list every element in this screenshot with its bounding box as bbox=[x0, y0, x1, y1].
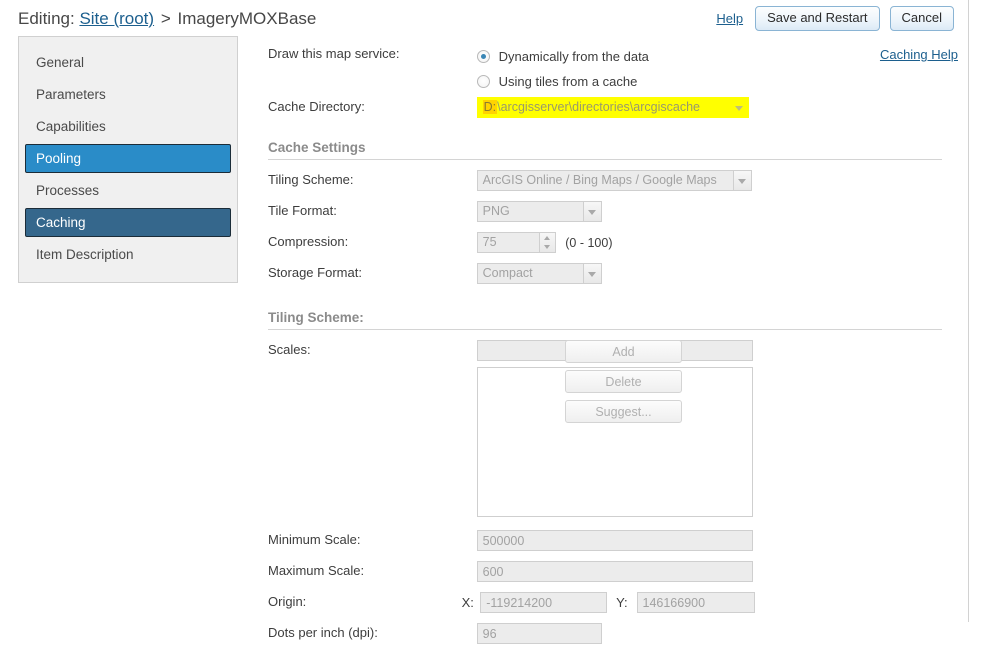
tiling-scheme-divider bbox=[268, 329, 942, 330]
dpi-row: Dots per inch (dpi): bbox=[268, 623, 958, 648]
tiling-scheme-row: Tiling Scheme: ArcGIS Online / Bing Maps… bbox=[268, 170, 958, 195]
minimum-scale-row: Minimum Scale: bbox=[268, 530, 958, 555]
radio-cache-label: Using tiles from a cache bbox=[499, 74, 638, 89]
origin-y-label: Y: bbox=[611, 595, 633, 610]
cache-directory-label: Cache Directory: bbox=[268, 97, 473, 116]
origin-x-input[interactable] bbox=[480, 592, 607, 613]
tile-format-value: PNG bbox=[477, 201, 583, 222]
scales-row: Scales: Add Delete Suggest... bbox=[268, 340, 958, 517]
cache-settings-title: Cache Settings bbox=[268, 140, 958, 159]
storage-format-chevron-down-icon[interactable] bbox=[583, 263, 602, 284]
cache-directory-value: D:\arcgisserver\directories\arcgiscache bbox=[477, 97, 730, 118]
tiling-scheme-label: Tiling Scheme: bbox=[268, 170, 473, 189]
draw-map-service-radio-group: Dynamically from the data Using tiles fr… bbox=[477, 44, 649, 94]
dpi-input[interactable] bbox=[477, 623, 602, 644]
tile-format-combo[interactable]: PNG bbox=[477, 201, 602, 222]
radio-cache-icon[interactable] bbox=[477, 75, 490, 88]
caching-settings-panel: Draw this map service: Dynamically from … bbox=[268, 44, 958, 651]
origin-y-input[interactable] bbox=[637, 592, 755, 613]
sidebar-item-capabilities[interactable]: Capabilities bbox=[25, 112, 231, 141]
sidebar-item-pooling[interactable]: Pooling bbox=[25, 144, 231, 173]
tiling-scheme-chevron-down-icon[interactable] bbox=[733, 170, 752, 191]
storage-format-combo[interactable]: Compact bbox=[477, 263, 602, 284]
maximum-scale-input[interactable] bbox=[477, 561, 753, 582]
breadcrumb-separator: > bbox=[159, 9, 173, 28]
cache-directory-combo[interactable]: D:\arcgisserver\directories\arcgiscache bbox=[477, 97, 749, 118]
compression-value[interactable]: 75 bbox=[477, 232, 539, 253]
tile-format-chevron-down-icon[interactable] bbox=[583, 201, 602, 222]
cache-settings-section-header: Cache Settings bbox=[268, 140, 958, 160]
tile-format-label: Tile Format: bbox=[268, 201, 473, 220]
suggest-scales-button[interactable]: Suggest... bbox=[565, 400, 682, 423]
caching-help-link[interactable]: Caching Help bbox=[880, 47, 958, 62]
settings-sidebar: General Parameters Capabilities Pooling … bbox=[18, 36, 238, 283]
cache-directory-chevron-down-icon[interactable] bbox=[730, 97, 749, 118]
sidebar-item-general[interactable]: General bbox=[25, 48, 231, 77]
sidebar-item-item-description[interactable]: Item Description bbox=[25, 240, 231, 269]
maximum-scale-row: Maximum Scale: bbox=[268, 561, 958, 586]
add-scale-button[interactable]: Add bbox=[565, 340, 682, 363]
breadcrumb-editing-prefix: Editing: bbox=[18, 9, 75, 28]
page-right-rule bbox=[968, 0, 969, 622]
compression-range-hint: (0 - 100) bbox=[565, 236, 612, 250]
cache-directory-row: Cache Directory: D:\arcgisserver\directo… bbox=[268, 97, 958, 122]
cache-settings-divider bbox=[268, 159, 942, 160]
tiling-scheme-section-title: Tiling Scheme: bbox=[268, 310, 958, 329]
header-actions: Help Save and Restart Cancel bbox=[716, 6, 954, 31]
minimum-scale-label: Minimum Scale: bbox=[268, 530, 473, 549]
scales-label: Scales: bbox=[268, 340, 473, 359]
minimum-scale-input[interactable] bbox=[477, 530, 753, 551]
compression-decrement-icon[interactable] bbox=[540, 243, 555, 253]
dpi-label: Dots per inch (dpi): bbox=[268, 623, 473, 642]
compression-stepper-buttons[interactable] bbox=[539, 232, 556, 253]
compression-increment-icon[interactable] bbox=[540, 233, 555, 243]
compression-stepper[interactable]: 75 bbox=[477, 232, 556, 253]
breadcrumb: Editing: Site (root) > ImageryMOXBase bbox=[18, 9, 316, 29]
storage-format-label: Storage Format: bbox=[268, 263, 473, 282]
sidebar-item-processes[interactable]: Processes bbox=[25, 176, 231, 205]
help-link[interactable]: Help bbox=[716, 11, 743, 26]
draw-map-service-row: Draw this map service: Dynamically from … bbox=[268, 44, 958, 94]
tiling-scheme-section-header: Tiling Scheme: bbox=[268, 310, 958, 330]
radio-dynamic-label: Dynamically from the data bbox=[499, 49, 649, 64]
tiling-scheme-value: ArcGIS Online / Bing Maps / Google Maps bbox=[477, 170, 733, 191]
sidebar-item-parameters[interactable]: Parameters bbox=[25, 80, 231, 109]
origin-label: Origin: bbox=[268, 592, 458, 611]
breadcrumb-site-root-link[interactable]: Site (root) bbox=[79, 9, 154, 28]
radio-option-cache[interactable]: Using tiles from a cache bbox=[477, 69, 649, 94]
sidebar-item-caching[interactable]: Caching bbox=[25, 208, 231, 237]
origin-row: Origin: X: Y: bbox=[268, 592, 958, 617]
cancel-button[interactable]: Cancel bbox=[890, 6, 954, 31]
cache-directory-path-rest: \arcgisserver\directories\arcgiscache bbox=[497, 100, 700, 114]
delete-scale-button[interactable]: Delete bbox=[565, 370, 682, 393]
maximum-scale-label: Maximum Scale: bbox=[268, 561, 473, 580]
scales-action-buttons: Add Delete Suggest... bbox=[565, 340, 682, 430]
origin-x-label: X: bbox=[462, 595, 477, 610]
tiling-scheme-combo[interactable]: ArcGIS Online / Bing Maps / Google Maps bbox=[477, 170, 752, 191]
breadcrumb-service-name: ImageryMOXBase bbox=[177, 9, 316, 28]
compression-label: Compression: bbox=[268, 232, 473, 251]
tile-format-row: Tile Format: PNG bbox=[268, 201, 958, 226]
draw-map-service-label: Draw this map service: bbox=[268, 44, 473, 63]
storage-format-row: Storage Format: Compact bbox=[268, 263, 958, 288]
cache-directory-active-match: D: bbox=[483, 100, 498, 114]
compression-row: Compression: 75 (0 - 100) bbox=[268, 232, 958, 257]
radio-dynamic-icon[interactable] bbox=[477, 50, 490, 63]
storage-format-value: Compact bbox=[477, 263, 583, 284]
save-and-restart-button[interactable]: Save and Restart bbox=[755, 6, 879, 31]
radio-option-dynamic[interactable]: Dynamically from the data bbox=[477, 44, 649, 69]
page-header: Editing: Site (root) > ImageryMOXBase He… bbox=[0, 0, 968, 38]
